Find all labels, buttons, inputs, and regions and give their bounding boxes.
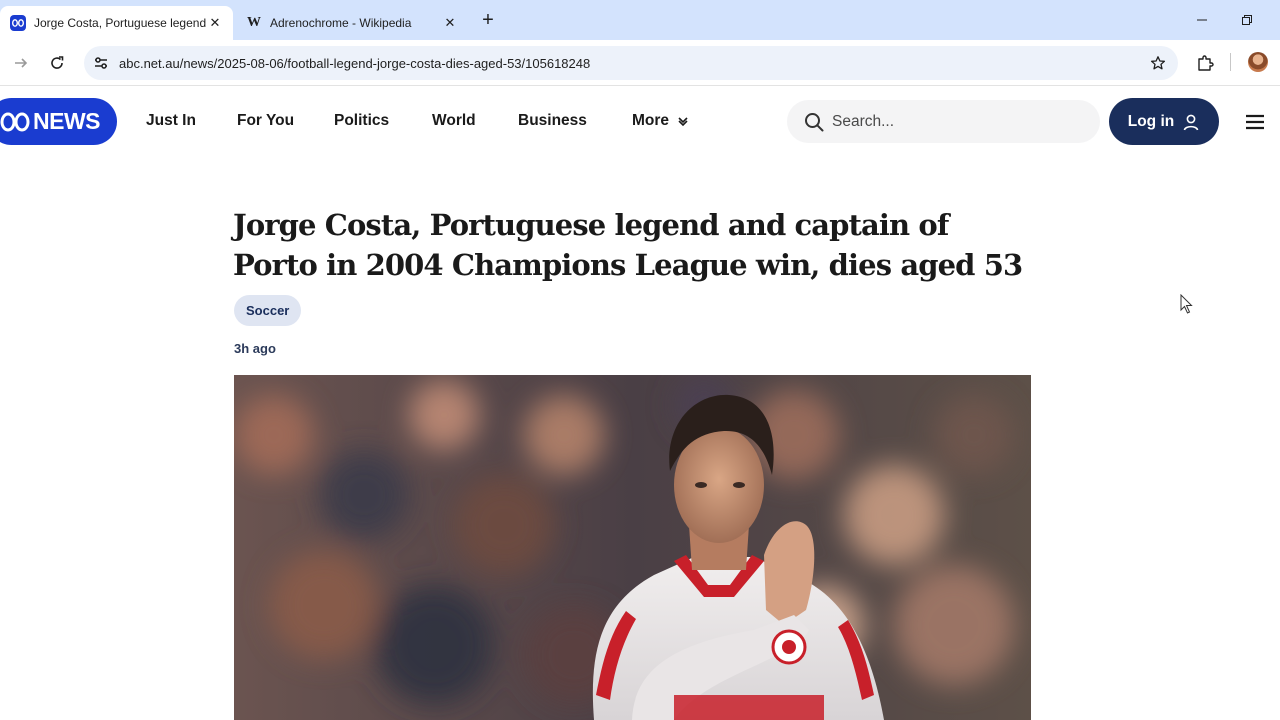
browser-tab-strip: Jorge Costa, Portuguese legend and capta… xyxy=(0,0,1280,40)
chevron-down-icon xyxy=(678,117,688,127)
restore-button[interactable] xyxy=(1233,8,1261,32)
wikipedia-icon: W xyxy=(247,15,261,30)
extensions-button[interactable] xyxy=(1193,51,1217,75)
login-label: Log in xyxy=(1127,112,1175,130)
login-button[interactable]: Log in xyxy=(1109,98,1219,145)
forward-button[interactable] xyxy=(9,51,33,75)
tab-wikipedia[interactable]: W Adrenochrome - Wikipedia ✕ xyxy=(236,6,468,40)
nav-more-label: More xyxy=(632,112,670,129)
menu-hamburger-icon[interactable] xyxy=(1243,110,1267,134)
nav-politics[interactable]: Politics xyxy=(334,112,389,130)
nav-just-in[interactable]: Just In xyxy=(146,112,196,130)
nav-more[interactable]: More xyxy=(632,112,689,130)
search-input[interactable]: Search... xyxy=(787,100,1100,143)
abc-news-logo[interactable]: NEWS xyxy=(0,98,117,145)
logo-text: NEWS xyxy=(33,108,101,134)
address-bar[interactable]: abc.net.au/news/2025-08-06/football-lege… xyxy=(84,46,1178,80)
site-header: NEWS Just In For You Politics World Busi… xyxy=(0,87,1280,155)
url-text: abc.net.au/news/2025-08-06/football-lege… xyxy=(119,55,591,71)
abc-icon xyxy=(10,15,26,31)
minimize-button[interactable] xyxy=(1188,8,1216,32)
topic-tag-soccer[interactable]: Soccer xyxy=(234,295,302,326)
article-timestamp: 3h ago xyxy=(234,341,276,356)
reload-button[interactable] xyxy=(45,51,69,75)
article-headline: Jorge Costa, Portuguese legend and capta… xyxy=(233,208,1023,282)
tab-abc-news[interactable]: Jorge Costa, Portuguese legend and capta… xyxy=(0,6,233,40)
nav-world[interactable]: World xyxy=(432,112,476,130)
arrow-right-icon xyxy=(15,58,28,68)
nav-for-you[interactable]: For You xyxy=(237,112,294,130)
reload-icon xyxy=(51,56,64,69)
site-settings-icon[interactable] xyxy=(91,53,111,73)
browser-toolbar: abc.net.au/news/2025-08-06/football-lege… xyxy=(0,40,1280,86)
user-icon xyxy=(1183,114,1199,130)
bookmark-star-icon[interactable] xyxy=(1148,53,1168,73)
puzzle-icon xyxy=(1198,55,1214,71)
tab-title: Adrenochrome - Wikipedia xyxy=(270,16,412,30)
close-tab-icon[interactable]: ✕ xyxy=(442,15,458,31)
close-tab-icon[interactable]: ✕ xyxy=(207,15,223,31)
toolbar-divider xyxy=(1230,53,1231,71)
hero-image xyxy=(234,375,1031,720)
search-placeholder: Search... xyxy=(832,112,895,130)
nav-business[interactable]: Business xyxy=(518,112,587,130)
new-tab-button[interactable]: + xyxy=(476,8,500,32)
abc-logo-icon xyxy=(0,112,30,132)
mouse-cursor-icon xyxy=(1180,294,1193,314)
profile-avatar[interactable] xyxy=(1248,52,1268,72)
search-icon xyxy=(803,111,825,133)
tab-title: Jorge Costa, Portuguese legend and capta… xyxy=(34,16,207,30)
